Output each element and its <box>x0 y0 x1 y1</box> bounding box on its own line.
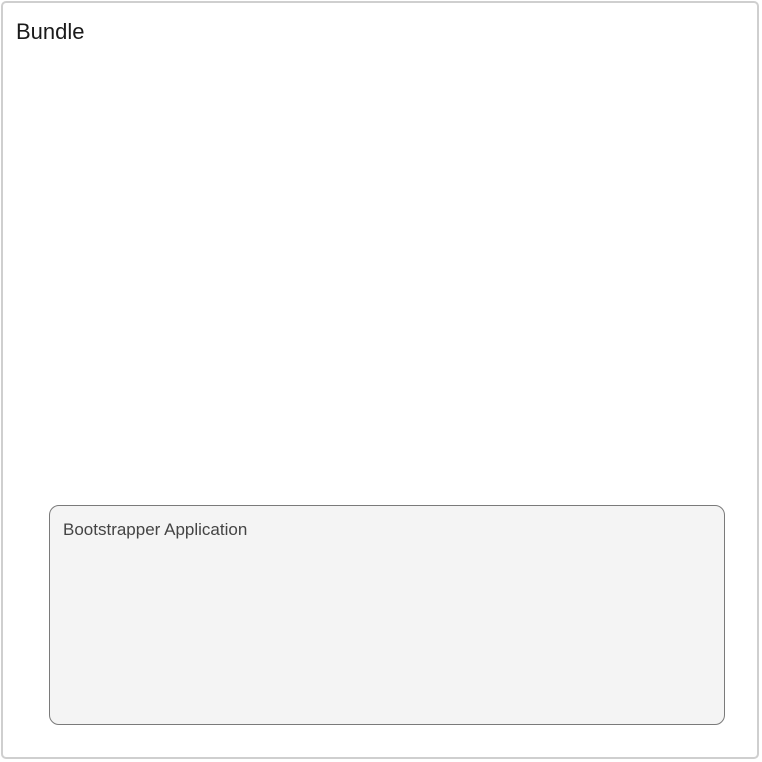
bundle-title: Bundle <box>16 19 85 44</box>
bundle-container: Bundle Bootstrapper Application <box>1 1 759 759</box>
bootstrapper-application-label: Bootstrapper Application <box>63 520 248 539</box>
bootstrapper-application-box: Bootstrapper Application <box>49 505 725 725</box>
